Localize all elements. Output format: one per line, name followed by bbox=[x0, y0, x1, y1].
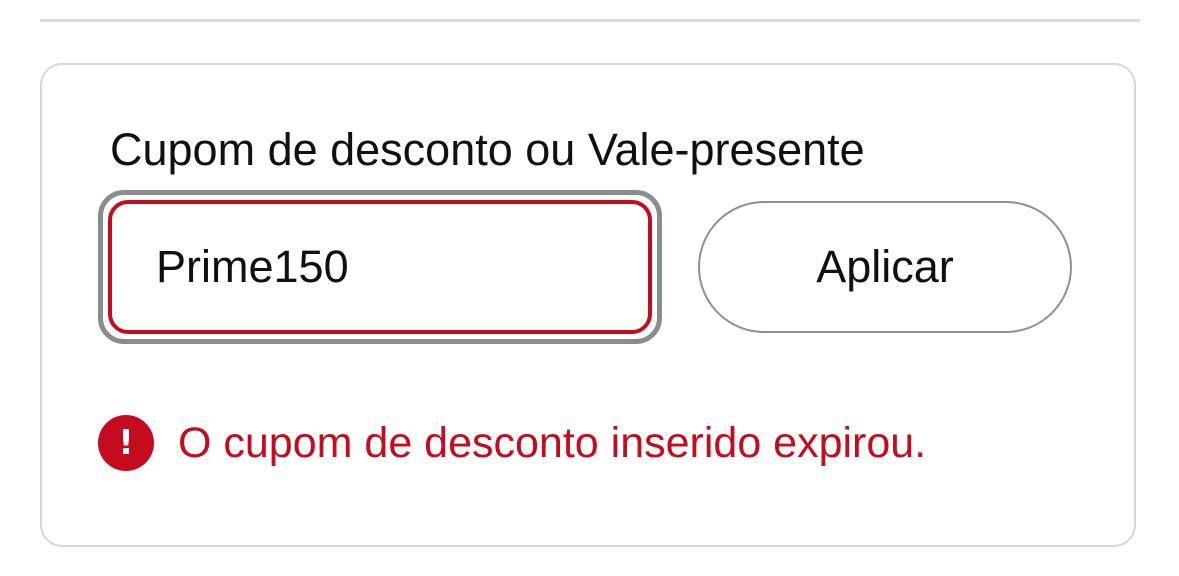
coupon-code-input[interactable] bbox=[108, 200, 652, 334]
section-divider bbox=[40, 19, 1140, 22]
error-message-row: ! O cupom de desconto inserido expirou. bbox=[98, 415, 926, 471]
coupon-card: Cupom de desconto ou Vale-presente Aplic… bbox=[40, 63, 1136, 547]
coupon-label: Cupom de desconto ou Vale-presente bbox=[110, 124, 865, 175]
exclamation-circle-icon: ! bbox=[98, 415, 154, 471]
apply-button[interactable]: Aplicar bbox=[698, 201, 1072, 333]
error-message: O cupom de desconto inserido expirou. bbox=[178, 419, 927, 467]
